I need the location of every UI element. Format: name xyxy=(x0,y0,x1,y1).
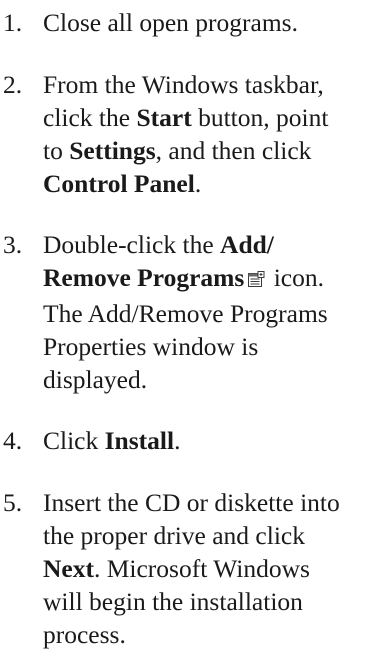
control-panel-term: Control Panel xyxy=(43,169,195,198)
text-run: , and then click xyxy=(155,136,312,165)
text-run: Double-click the xyxy=(43,230,221,259)
next-term: Next xyxy=(43,554,94,583)
remove-programs-term: Remove Programs xyxy=(43,263,245,292)
text-run: . xyxy=(194,169,202,198)
step-number: 3. xyxy=(3,230,23,259)
text-line: Close all open programs. xyxy=(43,8,298,37)
start-button-term: Start xyxy=(136,103,192,132)
text-run: button, point xyxy=(191,103,329,132)
step-number: 4. xyxy=(3,426,23,455)
text-run: . Microsoft Windows xyxy=(93,554,310,583)
text-line: Click Install. xyxy=(43,424,385,457)
text-line: Properties window is xyxy=(43,332,259,361)
text-line: Double-click the Add/ xyxy=(43,228,385,261)
text-line: displayed. xyxy=(43,365,148,394)
text-line: the proper drive and click xyxy=(43,521,305,550)
text-line: click the Start button, point xyxy=(43,101,385,134)
step-number: 1. xyxy=(3,8,23,37)
text-line: to Settings, and then click xyxy=(43,134,385,167)
text-line: The Add/Remove Programs xyxy=(43,299,328,328)
step-text: Click Install. xyxy=(43,424,385,457)
text-run: From the Windows taskbar, xyxy=(43,70,324,99)
add-remove-term: Add/ xyxy=(220,230,274,259)
text-run: to xyxy=(43,136,70,165)
text-line: will begin the installation xyxy=(43,587,303,616)
text-line: Control Panel. xyxy=(43,167,385,200)
text-run: icon. xyxy=(267,263,324,292)
text-line: Next. Microsoft Windows xyxy=(43,552,385,585)
step-text: Double-click the Add/ Remove Programs ic… xyxy=(43,228,385,396)
step-number: 2. xyxy=(3,70,23,99)
install-term: Install xyxy=(104,426,175,455)
control-panel-applet-icon xyxy=(247,264,265,297)
step-text: From the Windows taskbar, click the Star… xyxy=(43,68,385,200)
text-line: From the Windows taskbar, xyxy=(43,68,385,101)
text-run: click the xyxy=(43,103,137,132)
text-run: . xyxy=(174,426,181,455)
step-text: Insert the CD or diskette into the prope… xyxy=(43,486,385,651)
text-run: Click xyxy=(43,426,105,455)
step-number: 5. xyxy=(3,488,23,517)
text-line: Remove Programs icon. xyxy=(43,261,385,297)
step-text: Close all open programs. xyxy=(43,6,385,39)
text-line: Insert the CD or diskette into xyxy=(43,488,340,517)
text-line: process. xyxy=(43,620,126,649)
settings-term: Settings xyxy=(69,136,156,165)
